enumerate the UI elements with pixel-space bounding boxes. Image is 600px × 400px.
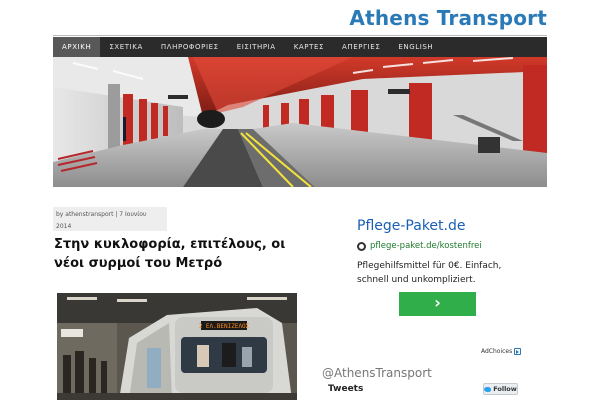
twitter-follow-button[interactable]: Follow — [483, 383, 518, 395]
post-meta-author-date: by athenstransport | 7 Ιουνίου — [56, 211, 147, 218]
nav-item-info[interactable]: ΠΛΗΡΟΦΟΡΙΕΣ — [152, 37, 228, 57]
train-destination-display: 2 ΕΛ.ΒΕΝΙΖΕΛΟΣ — [199, 323, 250, 330]
chevron-right-icon: › — [434, 293, 441, 312]
tweets-heading: Tweets — [328, 384, 364, 394]
post-title[interactable]: Στην κυκλοφορία, επιτέλους, οι νέοι συρμ… — [54, 235, 304, 273]
ad-description: Pflegehilfsmittel für 0€. Einfach, schne… — [357, 261, 502, 285]
post-meta: by athenstransport | 7 Ιουνίου 2014 — [53, 207, 167, 231]
title-divider — [53, 35, 547, 36]
globe-icon — [357, 241, 366, 251]
adchoices-icon — [514, 348, 522, 355]
twitter-bird-icon — [484, 386, 492, 392]
adchoices-link[interactable]: AdChoices — [481, 348, 522, 355]
adchoices-label: AdChoices — [481, 348, 513, 355]
ad-url-link[interactable]: pflege-paket.de/kostenfrei — [357, 241, 482, 251]
header-image-metro-station — [53, 57, 547, 187]
nav-item-home[interactable]: ΑΡΧΙΚΗ — [53, 37, 101, 57]
post-meta-year: 2014 — [56, 223, 72, 230]
metro-train-illustration: 2 ΕΛ.ΒΕΝΙΖΕΛΟΣ — [57, 293, 297, 400]
ad-url-text: pflege-paket.de/kostenfrei — [370, 241, 482, 251]
nav-item-about[interactable]: ΣΧΕΤΙΚΑ — [100, 37, 152, 57]
post-image-metro-train[interactable]: 2 ΕΛ.ΒΕΝΙΖΕΛΟΣ — [57, 293, 297, 400]
nav-item-strikes[interactable]: ΑΠΕΡΓΙΕΣ — [333, 37, 389, 57]
nav-item-cards[interactable]: ΚΑΡΤΕΣ — [285, 37, 333, 57]
metro-station-illustration — [53, 57, 547, 187]
follow-label: Follow — [493, 385, 517, 393]
ad-title-link[interactable]: Pflege-Paket.de — [357, 218, 465, 234]
nav-item-tickets[interactable]: ΕΙΣΙΤΗΡΙΑ — [228, 37, 285, 57]
main-navigation: ΑΡΧΙΚΗ ΣΧΕΤΙΚΑ ΠΛΗΡΟΦΟΡΙΕΣ ΕΙΣΙΤΗΡΙΑ ΚΑΡ… — [53, 37, 547, 57]
twitter-handle[interactable]: @AthensTransport — [322, 366, 432, 380]
nav-item-english[interactable]: ENGLISH — [389, 37, 442, 57]
site-title[interactable]: Athens Transport — [349, 6, 547, 30]
ad-open-button[interactable]: › — [399, 292, 476, 316]
